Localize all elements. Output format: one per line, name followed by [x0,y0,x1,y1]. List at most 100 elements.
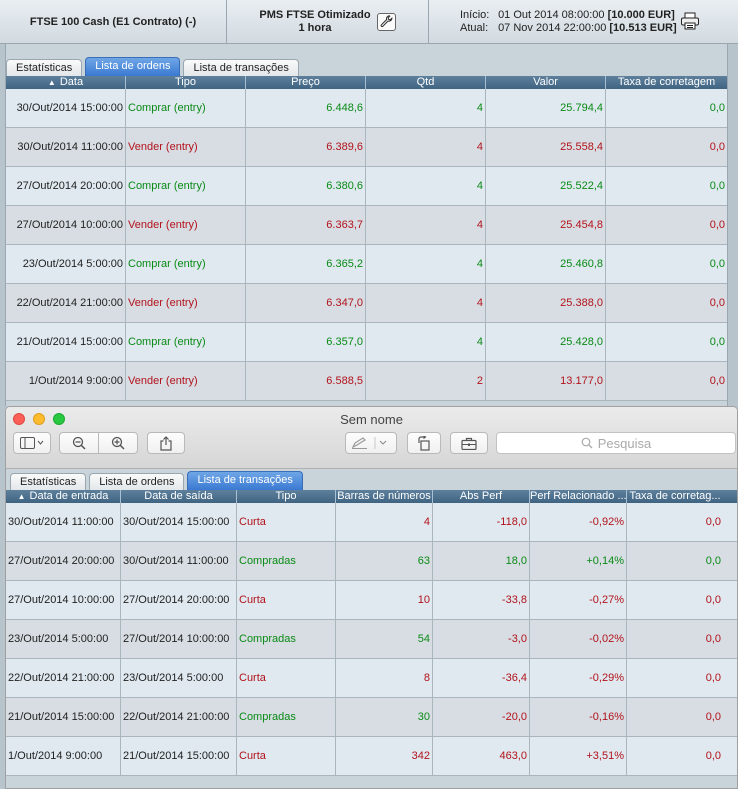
transactions-panel: Estatísticas Lista de ordens Lista de tr… [6,469,737,788]
transaction-abs-perf: 18,0 [433,542,530,580]
tab-order-list[interactable]: Lista de ordens [85,57,181,76]
toolbox-button[interactable] [450,432,488,454]
order-qty: 4 [366,206,486,244]
col-header-type[interactable]: Tipo [126,76,246,89]
transaction-entry-date: 27/Out/2014 10:00:00 [6,581,121,619]
share-button[interactable] [147,432,185,454]
transaction-type: Curta [237,659,336,697]
tab-transaction-list-2[interactable]: Lista de transações [187,471,303,490]
transaction-row[interactable]: 27/Out/2014 20:00:00 30/Out/2014 11:00:00… [6,542,737,581]
order-row[interactable]: 22/Out/2014 21:00:00 Vender (entry) 6.347,… [6,284,727,323]
transaction-entry-date: 1/Out/2014 9:00:00 [6,737,121,775]
transaction-entry-date: 21/Out/2014 15:00:00 [6,698,121,736]
transaction-type: Curta [237,581,336,619]
transaction-rel-perf: -0,27% [530,581,627,619]
col-header-entry-date[interactable]: ▲ Data de entrada [6,490,121,503]
zoom-in-icon [111,436,125,450]
order-price: 6.365,2 [246,245,366,283]
start-amount: [10.000 EUR] [607,8,675,21]
order-row[interactable]: 21/Out/2014 15:00:00 Comprar (entry) 6.357… [6,323,727,362]
transaction-type: Curta [237,503,336,541]
transaction-exit-date: 27/Out/2014 10:00:00 [121,620,237,658]
transaction-bars: 8 [336,659,433,697]
transaction-exit-date: 22/Out/2014 21:00:00 [121,698,237,736]
tab-statistics[interactable]: Estatísticas [6,59,83,76]
search-icon [581,437,593,449]
zoom-in-button[interactable] [98,432,138,454]
order-row[interactable]: 27/Out/2014 10:00:00 Vender (entry) 6.363,… [6,206,727,245]
current-amount: [10.513 EUR] [609,21,677,34]
order-row[interactable]: 30/Out/2014 15:00:00 Comprar (entry) 6.448… [6,89,727,128]
order-date: 30/Out/2014 15:00:00 [6,89,126,127]
order-date: 21/Out/2014 15:00:00 [6,323,126,361]
start-date: 01 Out 2014 08:00:00 [498,8,605,21]
zoom-out-button[interactable] [59,432,99,454]
order-qty: 4 [366,323,486,361]
report-header: FTSE 100 Cash (E1 Contrato) (-) PMS FTSE… [0,0,738,44]
orders-table-body: 30/Out/2014 15:00:00 Comprar (entry) 6.448… [6,89,727,401]
transaction-bars: 10 [336,581,433,619]
col-header-rel-perf[interactable]: Perf Relacionado ... [530,490,627,503]
start-row: Início: 01 Out 2014 08:00:00 [10.000 EUR… [460,9,677,22]
order-type: Comprar (entry) [126,323,246,361]
col-header-price[interactable]: Preço [246,76,366,89]
transaction-row[interactable]: 1/Out/2014 9:00:00 21/Out/2014 15:00:00 Cu… [6,737,737,776]
col-header-fee[interactable]: Taxa de corretagem [606,76,727,89]
rotate-button[interactable] [407,432,441,454]
order-price: 6.347,0 [246,284,366,322]
transaction-rel-perf: -0,92% [530,503,627,541]
wrench-icon[interactable] [376,12,396,31]
col-header-value[interactable]: Valor [486,76,606,89]
instrument-title: FTSE 100 Cash (E1 Contrato) (-) [0,0,227,43]
order-row[interactable]: 30/Out/2014 11:00:00 Vender (entry) 6.389,… [6,128,727,167]
tab-order-list-2[interactable]: Lista de ordens [89,473,185,490]
order-fee: 0,0 [709,297,725,309]
transaction-bars: 4 [336,503,433,541]
transaction-exit-date: 23/Out/2014 5:00:00 [121,659,237,697]
markup-icon [351,437,387,449]
transaction-row[interactable]: 27/Out/2014 10:00:00 27/Out/2014 20:00:00… [6,581,737,620]
search-input[interactable]: Pesquisa [496,432,736,454]
order-value: 25.794,4 [486,89,606,127]
transactions-table-header: ▲ Data de entrada Data de saída Tipo Barr… [6,490,737,503]
transaction-abs-perf: -118,0 [433,503,530,541]
printer-icon[interactable] [680,12,700,33]
transaction-row[interactable]: 21/Out/2014 15:00:00 22/Out/2014 21:00:00… [6,698,737,737]
strategy-timeframe: 1 hora [298,21,332,34]
sidebar-toggle-button[interactable] [13,432,51,454]
transaction-fee: 0,0 [705,555,721,567]
order-type: Vender (entry) [126,362,246,400]
tab-transaction-list[interactable]: Lista de transações [183,59,299,76]
col-header-type[interactable]: Tipo [237,490,336,503]
order-row[interactable]: 1/Out/2014 9:00:00 Vender (entry) 6.588,5 2… [6,362,727,401]
transaction-row[interactable]: 22/Out/2014 21:00:00 23/Out/2014 5:00:00 C… [6,659,737,698]
order-type: Vender (entry) [126,128,246,166]
order-fee: 0,0 [709,219,725,231]
order-type: Vender (entry) [126,284,246,322]
col-header-fee[interactable]: Taxa de corretag... [627,490,723,503]
order-row[interactable]: 23/Out/2014 5:00:00 Comprar (entry) 6.365,… [6,245,727,284]
order-qty: 4 [366,89,486,127]
transaction-entry-date: 23/Out/2014 5:00:00 [6,620,121,658]
transaction-row[interactable]: 30/Out/2014 11:00:00 30/Out/2014 15:00:00… [6,503,737,542]
order-value: 13.177,0 [486,362,606,400]
tab-statistics-2[interactable]: Estatísticas [10,473,87,490]
transaction-row[interactable]: 23/Out/2014 5:00:00 27/Out/2014 10:00:00 C… [6,620,737,659]
col-header-qty[interactable]: Qtd [366,76,486,89]
transaction-entry-date: 27/Out/2014 20:00:00 [6,542,121,580]
col-header-exit-date[interactable]: Data de saída [121,490,237,503]
document-window: Sem nome Pesquisa Estatísticas Lista de … [5,406,738,789]
order-price: 6.448,6 [246,89,366,127]
col-header-date[interactable]: ▲ Data [6,76,126,89]
markup-button[interactable] [345,432,397,454]
transaction-type: Compradas [237,698,336,736]
transaction-rel-perf: +3,51% [530,737,627,775]
transaction-abs-perf: -36,4 [433,659,530,697]
order-row[interactable]: 27/Out/2014 20:00:00 Comprar (entry) 6.380… [6,167,727,206]
col-header-bars[interactable]: Barras de números [336,490,433,503]
order-value: 25.460,8 [486,245,606,283]
col-header-abs-perf[interactable]: Abs Perf [433,490,530,503]
transaction-fee: 0,0 [705,750,721,762]
transaction-exit-date: 21/Out/2014 15:00:00 [121,737,237,775]
order-date: 1/Out/2014 9:00:00 [6,362,126,400]
